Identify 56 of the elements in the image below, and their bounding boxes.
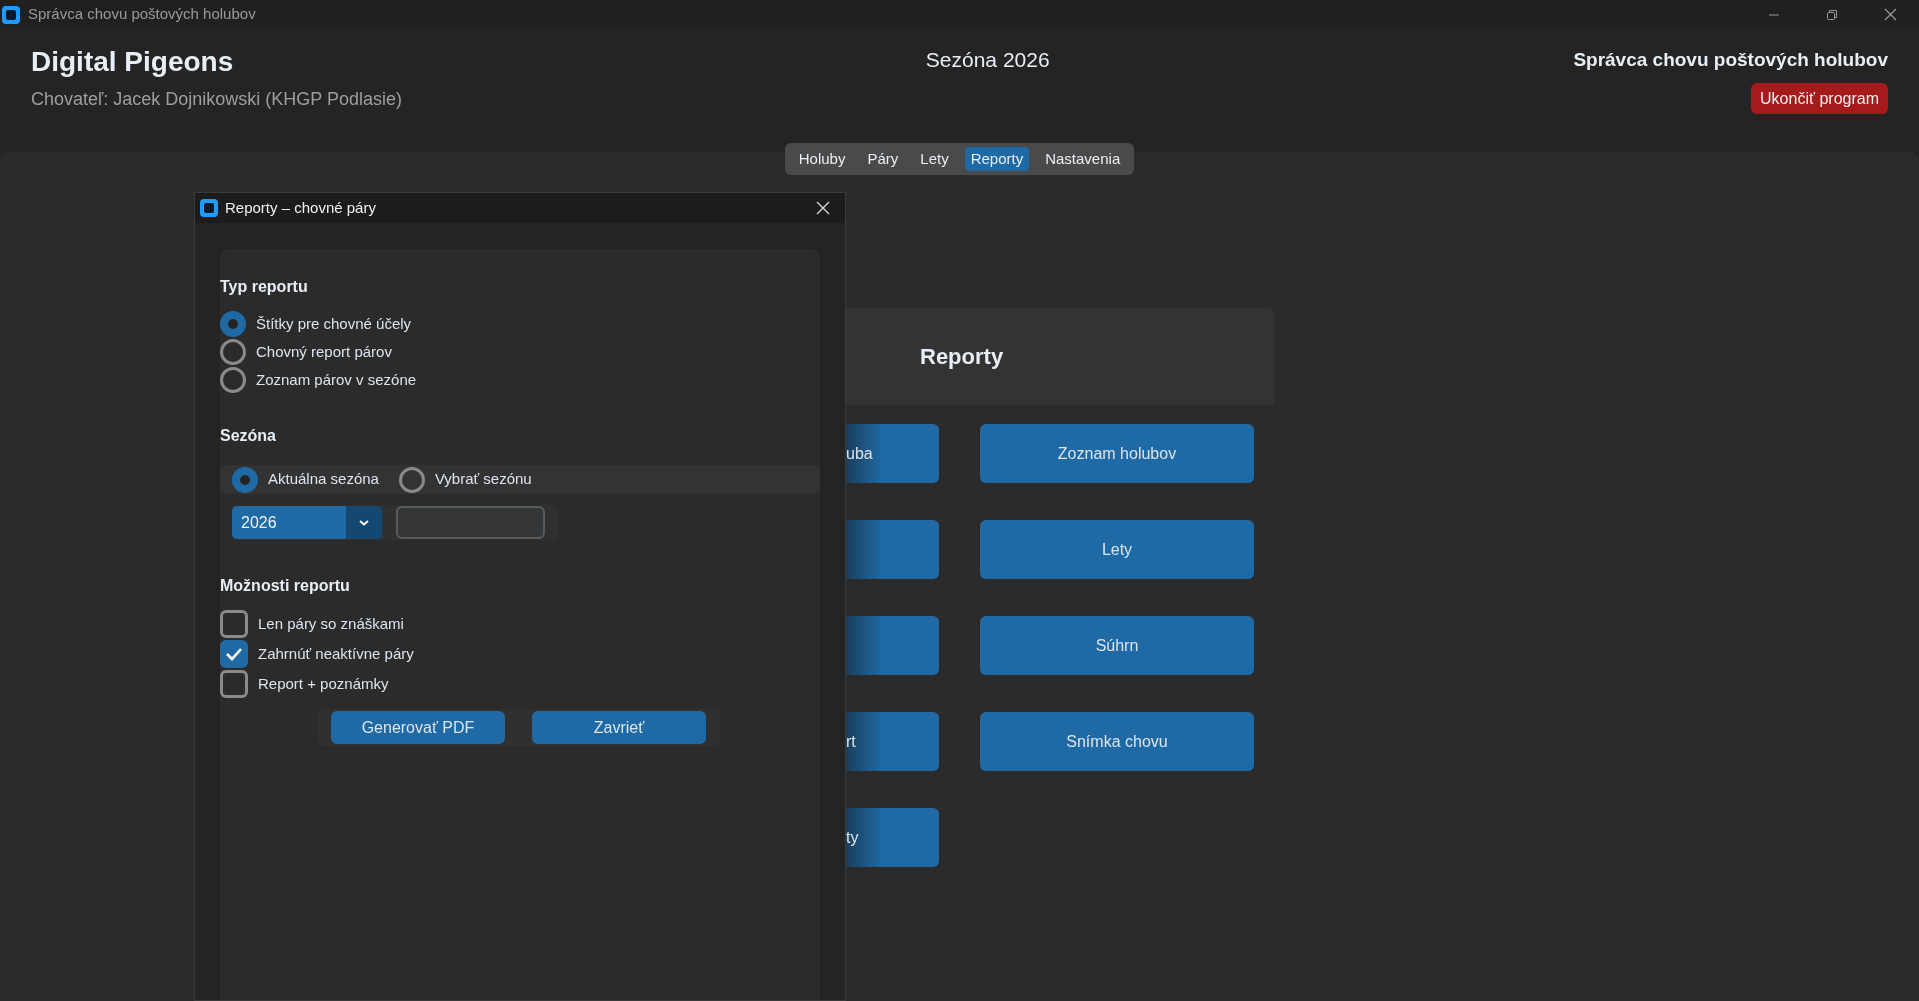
report-button[interactable]: rt — [846, 712, 939, 771]
section-heading: Sezóna — [220, 426, 277, 446]
tab[interactable]: Nastavenia — [1039, 147, 1127, 171]
radio-button[interactable] — [220, 339, 246, 365]
radio-button[interactable] — [220, 367, 246, 393]
radio-label: Aktuálna sezóna — [268, 469, 379, 490]
close-icon — [816, 201, 830, 215]
season-input-field[interactable] — [396, 506, 545, 539]
radio-label: Zoznam párov v sezóne — [256, 369, 417, 390]
radio-option[interactable]: Chovný report párov — [220, 339, 820, 365]
breeder-label: Chovateľ: Jacek Dojnikowski (KHGP Podlasie) — [31, 88, 403, 110]
radio-option[interactable]: Zoznam párov v sezóne — [220, 367, 820, 393]
tab[interactable]: Páry — [861, 147, 905, 171]
report-button[interactable]: Zoznam holubov — [980, 424, 1254, 483]
radio-option[interactable]: Vybrať sezónu — [398, 466, 532, 493]
checkbox[interactable] — [220, 640, 248, 668]
app-name: Digital Pigeons — [31, 45, 235, 79]
radio-button[interactable] — [220, 311, 246, 337]
radio-label: Chovný report párov — [256, 341, 392, 362]
report-button[interactable]: Súhrn — [980, 616, 1254, 675]
radio-label: Štítky pre chovné účely — [256, 313, 412, 334]
dialog-button[interactable]: Generovať PDF — [331, 711, 505, 744]
app-title: Správca chovu poštových holubov — [1573, 48, 1888, 72]
report-button[interactable]: uba — [846, 424, 939, 483]
tab[interactable]: Reporty — [964, 147, 1030, 171]
report-button[interactable]: ty — [846, 808, 939, 867]
dialog-button[interactable]: Zavrieť — [532, 711, 706, 744]
app-icon — [2, 5, 20, 24]
panel-title: Reporty — [920, 343, 1004, 371]
checkbox-label: Zahrnúť neaktívne páry — [258, 643, 414, 664]
radio-label: Vybrať sezónu — [434, 469, 532, 490]
radio-option[interactable]: Štítky pre chovné účely — [220, 311, 820, 337]
restore-icon — [1826, 8, 1838, 21]
tab[interactable]: Lety — [914, 147, 955, 171]
app-icon — [200, 199, 218, 217]
checkbox-label: Report + poznámky — [258, 673, 389, 694]
year-value: 2026 — [240, 512, 278, 533]
checkbox[interactable] — [220, 610, 248, 638]
dialog-title: Reporty – chovné páry — [225, 197, 376, 218]
window-title: Správca chovu poštových holubov — [28, 4, 256, 25]
radio-button[interactable] — [398, 466, 425, 493]
report-button[interactable]: Snímka chovu — [980, 712, 1254, 771]
year-dropdown[interactable]: 2026 — [232, 506, 382, 539]
close-icon — [1883, 8, 1897, 21]
tab[interactable]: Holuby — [792, 147, 852, 171]
radio-option[interactable]: Aktuálna sezóna — [232, 466, 379, 493]
chevron-down-icon — [358, 518, 370, 527]
exit-button[interactable]: Ukončiť program — [1751, 83, 1888, 114]
report-button[interactable]: Lety — [980, 520, 1254, 579]
checkbox[interactable] — [220, 670, 248, 698]
season-label: Sezóna 2026 — [925, 47, 1050, 73]
section-heading: Typ reportu — [220, 277, 309, 297]
checkmark-icon — [225, 647, 243, 661]
section-heading: Možnosti reportu — [220, 576, 351, 596]
radio-button[interactable] — [232, 466, 258, 493]
checkbox-label: Len páry so znáškami — [258, 613, 404, 634]
